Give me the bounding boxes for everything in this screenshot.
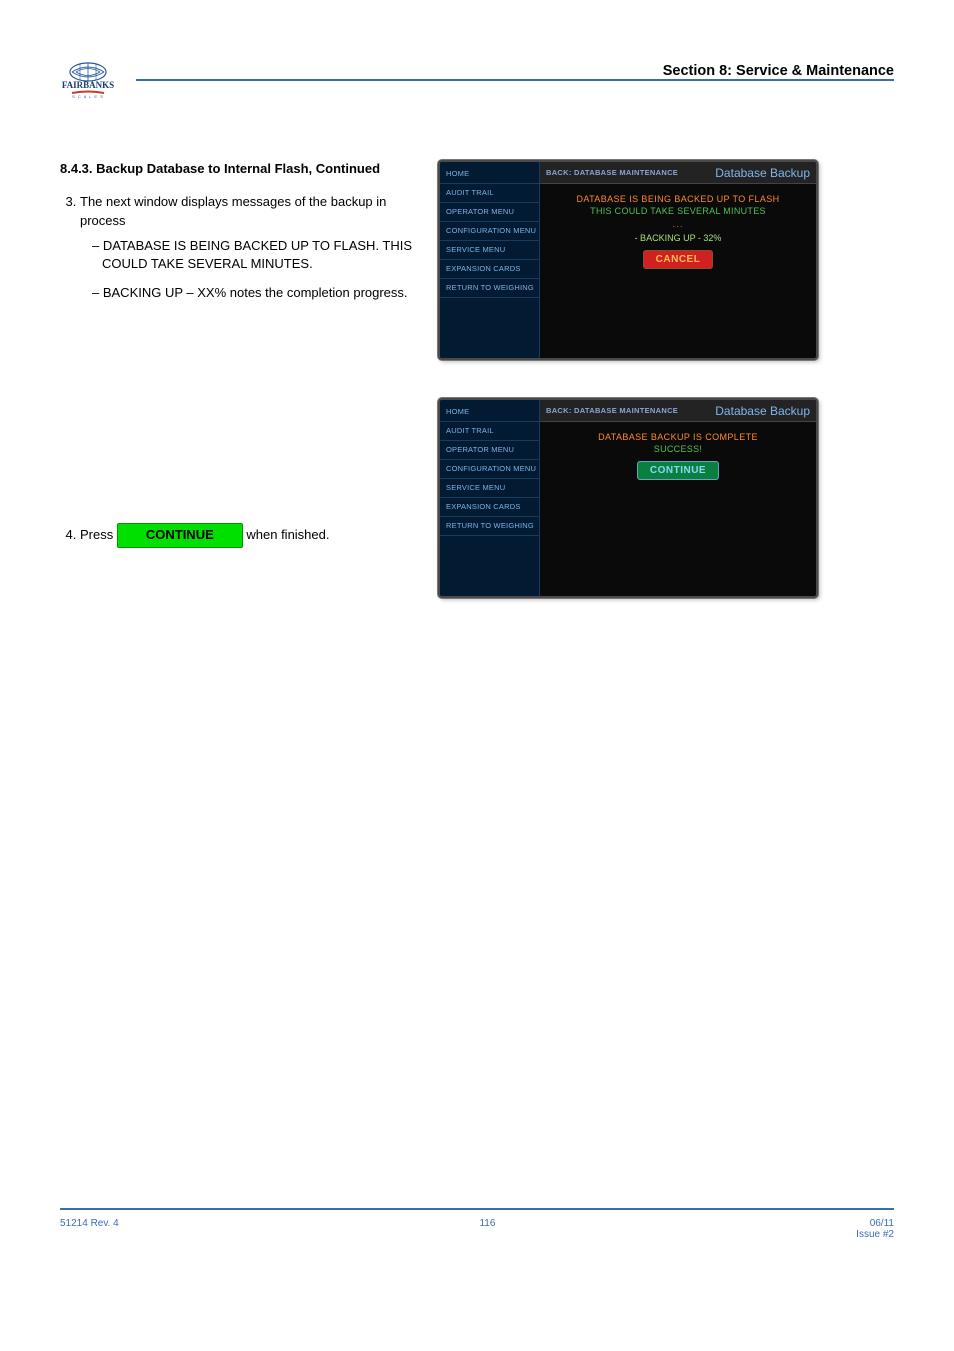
sidebar-item-audit-trail[interactable]: AUDIT TRAIL [440,184,539,203]
sidebar-item-service-menu[interactable]: SERVICE MENU [440,479,539,498]
screen-title: Database Backup [715,404,810,418]
step-3: The next window displays messages of the… [80,193,420,303]
section-title: Section 8: Service & Maintenance [655,63,894,79]
back-link[interactable]: BACK: DATABASE MAINTENANCE [546,168,678,177]
step-4: Press CONTINUE when finished. [80,523,420,548]
cancel-button[interactable]: CANCEL [643,250,714,269]
svg-text:FAIRBANKS: FAIRBANKS [62,80,114,90]
screenshot-sidebar: HOME AUDIT TRAIL OPERATOR MENU CONFIGURA… [440,162,540,358]
status-message-minutes: THIS COULD TAKE SEVERAL MINUTES [540,206,816,216]
progress-dots: ··· [540,222,816,231]
footer-page-number: 116 [479,1218,495,1240]
screenshot-topbar: BACK: DATABASE MAINTENANCE Database Back… [540,400,816,422]
continue-button[interactable]: CONTINUE [637,461,719,480]
sidebar-item-configuration-menu[interactable]: CONFIGURATION MENU [440,460,539,479]
screenshot-backup-progress: HOME AUDIT TRAIL OPERATOR MENU CONFIGURA… [438,160,818,360]
screenshots-column: HOME AUDIT TRAIL OPERATOR MENU CONFIGURA… [438,160,894,636]
sidebar-item-return-to-weighing[interactable]: RETURN TO WEIGHING [440,517,539,536]
header-rule: Section 8: Service & Maintenance [136,79,894,81]
sidebar-item-home[interactable]: HOME [440,403,539,422]
status-message-flash: DATABASE IS BEING BACKED UP TO FLASH [540,194,816,204]
status-message-success: SUCCESS! [540,444,816,454]
fairbanks-logo: FAIRBANKS S C A L E S [60,60,116,100]
continue-button-inline: CONTINUE [117,523,243,548]
screen-title: Database Backup [715,166,810,180]
instruction-column: 8.4.3. Backup Database to Internal Flash… [60,160,420,636]
sidebar-item-service-menu[interactable]: SERVICE MENU [440,241,539,260]
step-3-bullet-1: DATABASE IS BEING BACKED UP TO FLASH. TH… [92,237,420,275]
footer-doc-rev: 51214 Rev. 4 [60,1218,119,1240]
footer-date-issue: 06/11 Issue #2 [856,1218,894,1240]
sidebar-item-operator-menu[interactable]: OPERATOR MENU [440,203,539,222]
sidebar-item-expansion-cards[interactable]: EXPANSION CARDS [440,498,539,517]
screenshot-backup-complete: HOME AUDIT TRAIL OPERATOR MENU CONFIGURA… [438,398,818,598]
status-progress-percent: - BACKING UP - 32% [540,233,816,243]
screenshot-topbar: BACK: DATABASE MAINTENANCE Database Back… [540,162,816,184]
sidebar-item-audit-trail[interactable]: AUDIT TRAIL [440,422,539,441]
sidebar-item-configuration-menu[interactable]: CONFIGURATION MENU [440,222,539,241]
subsection-heading: 8.4.3. Backup Database to Internal Flash… [60,160,420,179]
sidebar-item-operator-menu[interactable]: OPERATOR MENU [440,441,539,460]
svg-text:S C A L E S: S C A L E S [72,94,104,99]
step-3-bullet-2: BACKING UP – XX% notes the completion pr… [92,284,420,303]
page-footer: 51214 Rev. 4 116 06/11 Issue #2 [60,1208,894,1240]
sidebar-item-return-to-weighing[interactable]: RETURN TO WEIGHING [440,279,539,298]
page-header: FAIRBANKS S C A L E S Section 8: Service… [60,60,894,100]
sidebar-item-expansion-cards[interactable]: EXPANSION CARDS [440,260,539,279]
sidebar-item-home[interactable]: HOME [440,165,539,184]
screenshot-sidebar: HOME AUDIT TRAIL OPERATOR MENU CONFIGURA… [440,400,540,596]
back-link[interactable]: BACK: DATABASE MAINTENANCE [546,406,678,415]
status-message-complete: DATABASE BACKUP IS COMPLETE [540,432,816,442]
